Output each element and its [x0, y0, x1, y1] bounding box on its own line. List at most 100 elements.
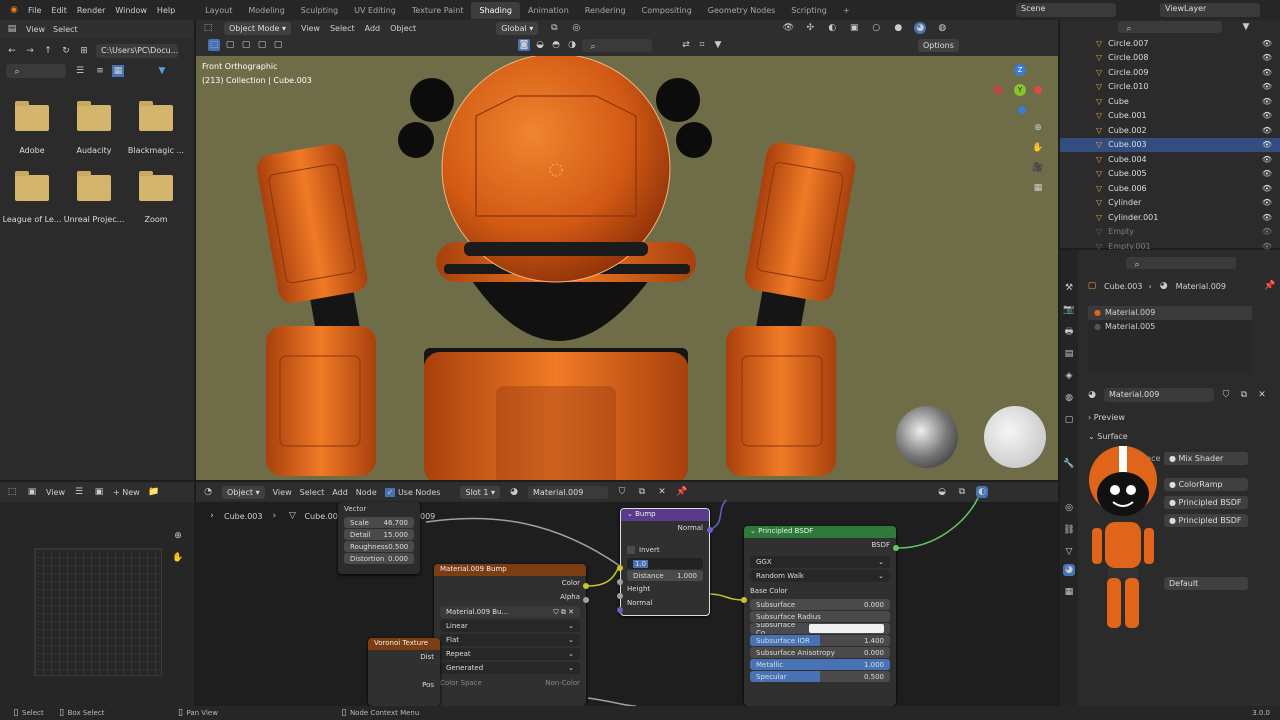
noise-param-slider[interactable]: Scale 46.700 [344, 517, 414, 528]
voronoi-texture-node[interactable]: Voronoi Texture Dist Pos [368, 638, 440, 706]
shading-rendered-icon[interactable]: ◍ [936, 22, 948, 34]
world-tab-icon[interactable]: ◍ [1063, 392, 1075, 404]
eye-icon[interactable]: 👁 [1262, 198, 1272, 207]
eye-icon[interactable]: 👁 [1262, 39, 1272, 48]
select-subtract-icon[interactable]: ▢ [240, 39, 252, 51]
material-name-field[interactable]: Material.009 [1104, 388, 1214, 402]
outliner-item[interactable]: ▽ Cube.002 👁 [1060, 123, 1280, 137]
preview-panel[interactable]: › Preview [1088, 413, 1125, 422]
principled-button-2[interactable]: ● Principled BSDF [1164, 514, 1248, 527]
gizmo-neg-x[interactable] [994, 86, 1002, 94]
principled-param-slider[interactable]: Subsurface IOR 1.400 [750, 635, 890, 646]
tab-compositing[interactable]: Compositing [634, 2, 700, 19]
outliner-item[interactable]: ▽ Circle.009 👁 [1060, 65, 1280, 79]
tab-layout[interactable]: Layout [197, 2, 240, 19]
bsdf-socket[interactable] [893, 545, 899, 551]
snapping-icon[interactable]: ⌗ [696, 39, 708, 51]
normal-socket[interactable] [617, 607, 623, 613]
render-tab-icon[interactable]: 📷 [1063, 304, 1075, 316]
eye-icon[interactable]: 👁 [1262, 82, 1272, 91]
material-tab-icon[interactable]: ◕ [1063, 564, 1075, 576]
vp-select-menu[interactable]: Select [330, 24, 355, 33]
colorramp-button[interactable]: ● ColorRamp [1164, 478, 1248, 491]
orientation-selector[interactable]: Global ▾ [496, 21, 539, 35]
tab-rendering[interactable]: Rendering [577, 2, 634, 19]
gizmo-neg-z[interactable] [1018, 106, 1026, 114]
shading-mode-icon[interactable]: ◓ [550, 39, 562, 51]
view-layer-selector[interactable]: ViewLayer [1160, 3, 1260, 17]
back-icon[interactable]: ← [6, 45, 18, 57]
path-field[interactable]: C:\Users\PC\Docu... [96, 44, 178, 58]
new-image-button[interactable]: + New [113, 488, 140, 497]
close-icon[interactable]: ✕ [1256, 389, 1268, 401]
pivot-icon[interactable]: ⇄ [680, 39, 692, 51]
eye-icon[interactable]: 👁 [1262, 227, 1272, 236]
overlay-icon[interactable]: ◐ [826, 22, 838, 34]
modifier-tab-icon[interactable]: 🔧 [1063, 458, 1075, 470]
image-browse-icon[interactable]: ▣ [93, 486, 105, 498]
outliner-item[interactable]: ▽ Circle.008 👁 [1060, 51, 1280, 65]
tab-uv-editing[interactable]: UV Editing [346, 2, 404, 19]
editor-type-icon[interactable]: ⬚ [6, 486, 18, 498]
folder-icon[interactable] [77, 101, 111, 131]
select-invert-icon[interactable]: ▢ [256, 39, 268, 51]
eye-icon[interactable]: 👁 [1262, 126, 1272, 135]
duplicate-icon[interactable]: ⧉ [1238, 389, 1250, 401]
interpolation-dropdown[interactable]: Linear ⌄ [440, 620, 580, 632]
proportional-edit-icon[interactable]: ◎ [570, 22, 582, 34]
fb-search-input[interactable]: ⌕ [6, 64, 66, 78]
xray-icon[interactable]: ▣ [848, 22, 860, 34]
ortho-toggle-icon[interactable]: ▦ [1032, 182, 1044, 194]
outliner-item[interactable]: ▽ Cube.006 👁 [1060, 181, 1280, 195]
folder-icon[interactable] [15, 101, 49, 131]
short-list-icon[interactable]: ≡ [94, 65, 106, 77]
projection-dropdown[interactable]: Flat ⌄ [440, 634, 580, 646]
folder-icon[interactable] [77, 171, 111, 201]
outliner-item[interactable]: ▽ Cube 👁 [1060, 94, 1280, 108]
shading-material-icon[interactable]: ◕ [914, 22, 927, 34]
forward-icon[interactable]: → [24, 45, 36, 57]
zoom-icon[interactable]: ⊕ [1032, 122, 1044, 134]
pan-hand-icon[interactable]: ✋ [172, 552, 184, 564]
shading-wireframe-icon[interactable]: ○ [870, 22, 882, 34]
menu-edit[interactable]: Edit [51, 6, 67, 15]
outliner-item[interactable]: ▽ Cube.001 👁 [1060, 109, 1280, 123]
material-slot[interactable]: ● Material.009 [1088, 306, 1252, 320]
node-editor[interactable]: ◔ Object ▾ View Select Add Node ✓ Use No… [196, 482, 1058, 706]
fb-select-menu[interactable]: Select [53, 25, 78, 34]
output-tab-icon[interactable]: 🖶 [1063, 326, 1075, 338]
base-color-socket[interactable] [741, 597, 747, 603]
vp-object-menu[interactable]: Object [390, 24, 416, 33]
gizmo-toggle-icon[interactable]: ✣ [804, 22, 816, 34]
parent-dir-icon[interactable]: ↑ [42, 45, 54, 57]
outliner-item[interactable]: ▽ Cube.003 👁 [1060, 137, 1280, 152]
menu-render[interactable]: Render [77, 6, 105, 15]
folder-icon[interactable] [15, 171, 49, 201]
menu-file[interactable]: File [28, 6, 41, 15]
strength-socket[interactable] [617, 565, 623, 571]
invert-checkbox[interactable]: Invert [621, 543, 709, 557]
eye-icon[interactable]: 👁 [1262, 68, 1272, 77]
gizmo-z[interactable]: Z [1014, 64, 1026, 76]
tab-shading[interactable]: Shading [471, 1, 520, 19]
outliner-item[interactable]: ▽ Circle.007 👁 [1060, 36, 1280, 50]
noise-param-slider[interactable]: Distortion 0.000 [344, 553, 414, 564]
shading-mode-icon[interactable]: ◑ [566, 39, 578, 51]
source-dropdown[interactable]: Generated ⌄ [440, 662, 580, 674]
distribution-dropdown[interactable]: GGX ⌄ [750, 556, 890, 568]
tool-tab-icon[interactable]: ⚒ [1063, 282, 1075, 294]
snap-icon[interactable]: ⧉ [548, 22, 560, 34]
menu-icon[interactable]: ☰ [73, 486, 85, 498]
pin-icon[interactable]: 📌 [1264, 280, 1276, 292]
material-browse-icon[interactable]: ◕ [1086, 389, 1098, 401]
noise-texture-node[interactable]: Vector Scale 46.700 Detail 15.000 Roughness 0… [338, 502, 420, 574]
eye-icon[interactable]: 👁 [1262, 213, 1272, 222]
eye-icon[interactable]: 👁 [1262, 169, 1272, 178]
physics-tab-icon[interactable]: ◎ [1063, 502, 1075, 514]
constraint-tab-icon[interactable]: ⛓ [1063, 524, 1075, 536]
select-intersect-icon[interactable]: ▢ [272, 39, 284, 51]
outliner-item[interactable]: ▽ Circle.010 👁 [1060, 80, 1280, 94]
outliner-item[interactable]: ▽ Cylinder 👁 [1060, 196, 1280, 210]
visibility-icon[interactable]: 👁 [782, 22, 794, 34]
pan-hand-icon[interactable]: ✋ [1032, 142, 1044, 154]
